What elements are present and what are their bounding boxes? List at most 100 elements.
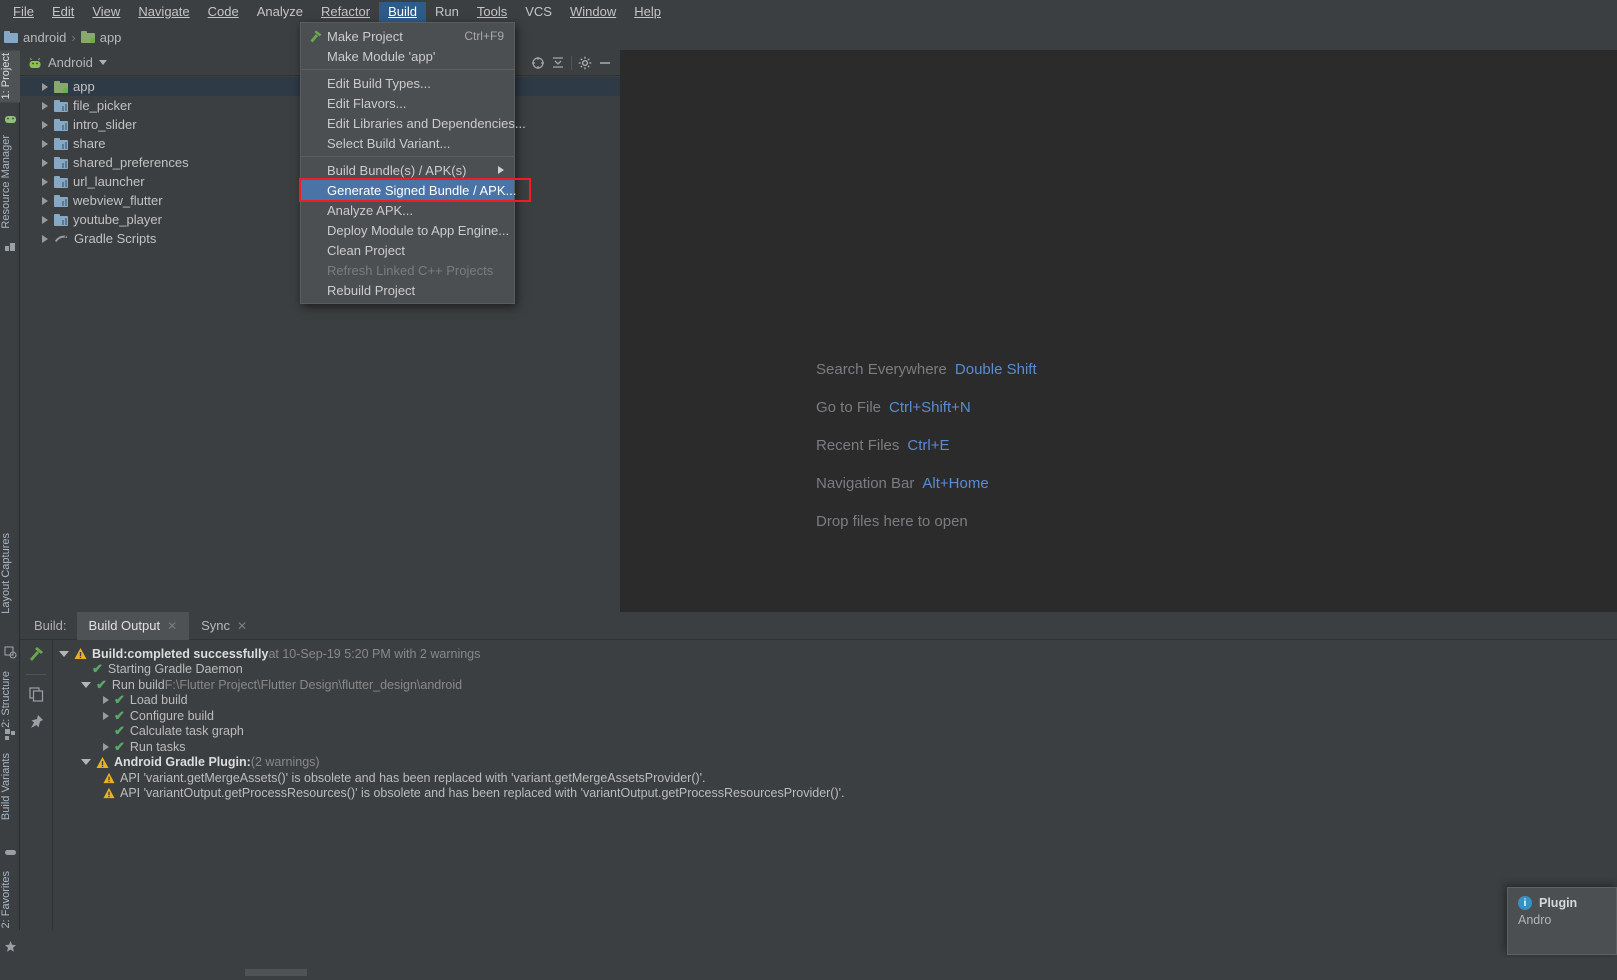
gear-icon[interactable]: [578, 56, 592, 70]
folder-icon: [4, 31, 18, 43]
menu-run-label: Run: [435, 4, 459, 19]
target-icon[interactable]: [531, 56, 545, 70]
build-row-starting-daemon[interactable]: ✔ Starting Gradle Daemon: [59, 662, 1617, 678]
expand-triangle-icon[interactable]: [42, 235, 48, 243]
expand-triangle-icon[interactable]: [103, 743, 109, 751]
menu-item-rebuild-project[interactable]: Rebuild Project: [301, 280, 514, 300]
menu-navigate[interactable]: Navigate: [129, 2, 198, 22]
module-icon: [54, 214, 68, 226]
build-row-build-status[interactable]: Build: completed successfully at 10-Sep-…: [59, 646, 1617, 662]
collapse-all-icon[interactable]: [551, 56, 565, 70]
collapse-triangle-icon[interactable]: [81, 682, 91, 688]
menu-item-edit-build-types[interactable]: Edit Build Types...: [301, 73, 514, 93]
build-output-tree: Build: completed successfully at 10-Sep-…: [53, 640, 1617, 930]
shortcut-label: Recent Files: [816, 437, 899, 454]
gutter-divider: [26, 674, 46, 675]
menu-item-label: Make Project: [327, 29, 403, 44]
build-row-run-build[interactable]: ✔ Run build F:\Flutter Project\Flutter D…: [59, 677, 1617, 693]
module-folder-icon: [81, 31, 95, 43]
menu-item-clean-project[interactable]: Clean Project: [301, 240, 514, 260]
sidebar-item-favorites[interactable]: 2: Favorites: [0, 868, 20, 931]
build-row-agp-warnings[interactable]: Android Gradle Plugin: (2 warnings): [59, 755, 1617, 771]
tab-sync[interactable]: Sync ✕: [189, 612, 259, 640]
warning-icon: [74, 647, 87, 660]
build-row-warning-1[interactable]: API 'variant.getMergeAssets()' is obsole…: [59, 770, 1617, 786]
menu-run[interactable]: Run: [426, 2, 468, 22]
project-view-selector-label[interactable]: Android: [48, 55, 93, 70]
minimize-icon[interactable]: [598, 56, 612, 70]
copy-icon[interactable]: [29, 687, 44, 702]
breadcrumb-bar: android › app app samsung SM-G925W8: [0, 24, 1617, 50]
chevron-down-icon[interactable]: [99, 60, 107, 65]
expand-triangle-icon[interactable]: [42, 140, 48, 148]
build-row-configure-build[interactable]: ✔ Configure build: [59, 708, 1617, 724]
gradle-icon: [54, 233, 69, 245]
menu-tools[interactable]: Tools: [468, 2, 516, 22]
menu-item-label: Edit Build Types...: [327, 76, 431, 91]
build-menu-dropdown: Make Project Ctrl+F9 Make Module 'app' E…: [300, 22, 515, 304]
menu-analyze[interactable]: Analyze: [248, 2, 312, 22]
menu-item-make-project[interactable]: Make Project Ctrl+F9: [301, 26, 514, 46]
shortcut-search-everywhere: Search Everywhere Double Shift: [816, 350, 1037, 388]
menu-item-label: Refresh Linked C++ Projects: [327, 263, 493, 278]
menu-refactor[interactable]: Refactor: [312, 2, 379, 22]
build-tool-window: Build: Build Output ✕ Sync ✕ Bu: [20, 612, 1617, 930]
expand-triangle-icon[interactable]: [42, 159, 48, 167]
pin-icon[interactable]: [29, 714, 44, 729]
menu-item-build-bundles-apks[interactable]: Build Bundle(s) / APK(s): [301, 160, 514, 180]
tab-build-output[interactable]: Build Output ✕: [77, 612, 190, 640]
collapse-triangle-icon[interactable]: [81, 759, 91, 765]
menu-window[interactable]: Window: [561, 2, 625, 22]
sidebar-item-structure[interactable]: 2: Structure: [0, 668, 20, 731]
menu-item-deploy-module-to-app-engine[interactable]: Deploy Module to App Engine...: [301, 220, 514, 240]
build-gutter-toolbar: [20, 640, 53, 930]
expand-triangle-icon[interactable]: [103, 696, 109, 704]
close-icon[interactable]: ✕: [167, 619, 177, 633]
sidebar-item-build-variants[interactable]: Build Variants: [0, 750, 20, 823]
menu-item-analyze-apk[interactable]: Analyze APK...: [301, 200, 514, 220]
breadcrumb-item-android[interactable]: android: [0, 30, 70, 45]
build-row-calculate-task-graph[interactable]: ✔ Calculate task graph: [59, 724, 1617, 740]
menu-view[interactable]: View: [83, 2, 129, 22]
sidebar-item-resource-manager[interactable]: Resource Manager: [0, 132, 20, 232]
menu-item-edit-libraries-and-dependencies[interactable]: Edit Libraries and Dependencies...: [301, 113, 514, 133]
menu-item-label: Make Module 'app': [327, 49, 435, 64]
menu-help[interactable]: Help: [625, 2, 670, 22]
editor-empty-area[interactable]: Search Everywhere Double Shift Go to Fil…: [620, 50, 1617, 612]
expand-triangle-icon[interactable]: [42, 178, 48, 186]
menu-file[interactable]: File: [4, 2, 43, 22]
close-icon[interactable]: ✕: [237, 619, 247, 633]
hammer-icon[interactable]: [28, 645, 45, 662]
expand-triangle-icon[interactable]: [42, 83, 48, 91]
expand-triangle-icon[interactable]: [42, 216, 48, 224]
menu-vcs[interactable]: VCS: [516, 2, 561, 22]
build-row-warning-2[interactable]: API 'variantOutput.getProcessResources()…: [59, 786, 1617, 802]
build-row-run-tasks[interactable]: ✔ Run tasks: [59, 739, 1617, 755]
tree-item-label: shared_preferences: [73, 155, 189, 170]
shortcut-drop-files: Drop files here to open: [816, 502, 1037, 540]
module-icon: [54, 195, 68, 207]
notification-body: Andro: [1518, 913, 1606, 927]
expand-triangle-icon[interactable]: [42, 121, 48, 129]
menu-item-edit-flavors[interactable]: Edit Flavors...: [301, 93, 514, 113]
menu-item-make-module-app[interactable]: Make Module 'app': [301, 46, 514, 66]
build-panel-label: Build:: [24, 618, 77, 633]
build-row-load-build[interactable]: ✔ Load build: [59, 693, 1617, 709]
menu-code[interactable]: Code: [199, 2, 248, 22]
menu-edit[interactable]: Edit: [43, 2, 83, 22]
check-icon: ✔: [114, 708, 125, 724]
expand-triangle-icon[interactable]: [42, 197, 48, 205]
collapse-triangle-icon[interactable]: [59, 651, 69, 657]
shortcut-label: Search Everywhere: [816, 361, 947, 378]
notification-popup[interactable]: i Plugin Andro: [1507, 887, 1617, 955]
menu-build[interactable]: Build: [379, 2, 426, 22]
project-panel-toolbar: [531, 56, 620, 70]
expand-triangle-icon[interactable]: [42, 102, 48, 110]
breadcrumb-item-app[interactable]: app: [77, 30, 126, 45]
menu-item-select-build-variant[interactable]: Select Build Variant...: [301, 133, 514, 153]
expand-triangle-icon[interactable]: [103, 712, 109, 720]
tree-item-label: app: [73, 79, 95, 94]
sidebar-item-project[interactable]: 1: Project: [0, 50, 20, 102]
sidebar-item-layout-captures[interactable]: Layout Captures: [0, 530, 20, 617]
menu-item-generate-signed-bundle-apk[interactable]: Generate Signed Bundle / APK...: [301, 180, 514, 200]
